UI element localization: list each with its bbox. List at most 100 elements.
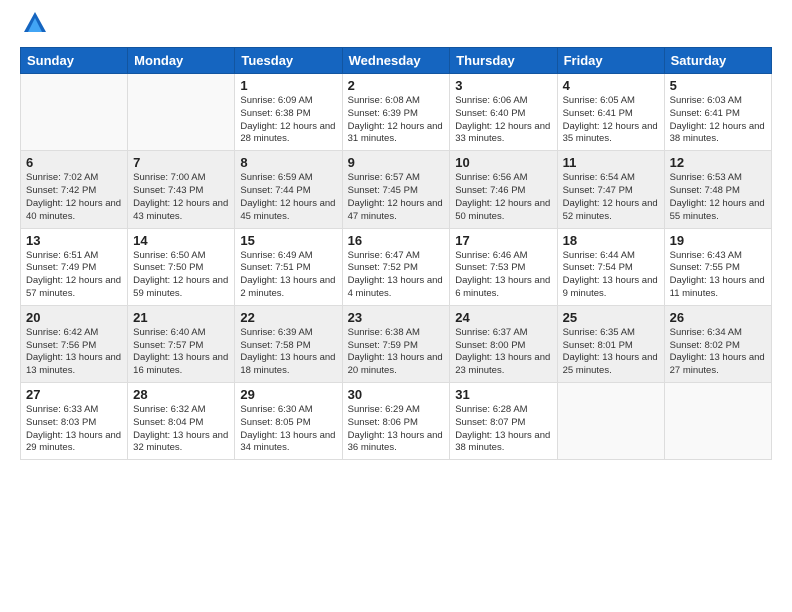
calendar-cell: 20Sunrise: 6:42 AMSunset: 7:56 PMDayligh… xyxy=(21,305,128,382)
day-number: 25 xyxy=(563,310,659,325)
calendar-cell: 28 Sunrise: 6:32 AMSunset: 8:04 PMDayligh… xyxy=(128,383,235,460)
header xyxy=(20,16,772,37)
calendar-cell: 31 Sunrise: 6:28 AMSunset: 8:07 PMDayligh… xyxy=(450,383,557,460)
col-header-thursday: Thursday xyxy=(450,48,557,74)
calendar-cell: 22 Sunrise: 6:39 AMSunset: 7:58 PMDayligh… xyxy=(235,305,342,382)
day-info: Sunrise: 6:50 AMSunset: 7:50 PMDaylight:… xyxy=(133,250,229,301)
day-number: 17 xyxy=(455,233,551,248)
calendar-cell: 30 Sunrise: 6:29 AMSunset: 8:06 PMDayligh… xyxy=(342,383,450,460)
calendar-week-row: 1 Sunrise: 6:09 AMSunset: 6:38 PMDaylight… xyxy=(21,74,772,151)
day-number: 26 xyxy=(670,310,766,325)
day-number: 24 xyxy=(455,310,551,325)
day-number: 22 xyxy=(240,310,336,325)
day-info: Sunrise: 6:59 AMSunset: 7:44 PMDaylight:… xyxy=(240,172,336,223)
calendar-cell xyxy=(557,383,664,460)
day-number: 28 xyxy=(133,387,229,402)
day-number: 2 xyxy=(348,78,445,93)
calendar-cell: 18 Sunrise: 6:44 AMSunset: 7:54 PMDayligh… xyxy=(557,228,664,305)
day-info: Sunrise: 6:03 AMSunset: 6:41 PMDaylight:… xyxy=(670,95,766,146)
day-info: Sunrise: 6:32 AMSunset: 8:04 PMDaylight:… xyxy=(133,404,229,455)
day-number: 15 xyxy=(240,233,336,248)
day-info: Sunrise: 6:49 AMSunset: 7:51 PMDaylight:… xyxy=(240,250,336,301)
col-header-wednesday: Wednesday xyxy=(342,48,450,74)
calendar-cell: 9 Sunrise: 6:57 AMSunset: 7:45 PMDaylight… xyxy=(342,151,450,228)
calendar-cell: 4Sunrise: 6:05 AMSunset: 6:41 PMDaylight… xyxy=(557,74,664,151)
calendar-cell: 1 Sunrise: 6:09 AMSunset: 6:38 PMDaylight… xyxy=(235,74,342,151)
logo-icon xyxy=(24,12,46,37)
day-info: Sunrise: 7:00 AMSunset: 7:43 PMDaylight:… xyxy=(133,172,229,223)
day-info: Sunrise: 7:02 AMSunset: 7:42 PMDaylight:… xyxy=(26,172,122,223)
calendar-cell: 7 Sunrise: 7:00 AMSunset: 7:43 PMDaylight… xyxy=(128,151,235,228)
day-info: Sunrise: 6:39 AMSunset: 7:58 PMDaylight:… xyxy=(240,327,336,378)
col-header-sunday: Sunday xyxy=(21,48,128,74)
calendar-cell: 8 Sunrise: 6:59 AMSunset: 7:44 PMDaylight… xyxy=(235,151,342,228)
day-info: Sunrise: 6:35 AMSunset: 8:01 PMDaylight:… xyxy=(563,327,659,378)
calendar-cell: 14 Sunrise: 6:50 AMSunset: 7:50 PMDayligh… xyxy=(128,228,235,305)
calendar-cell: 25 Sunrise: 6:35 AMSunset: 8:01 PMDayligh… xyxy=(557,305,664,382)
day-number: 27 xyxy=(26,387,122,402)
day-info: Sunrise: 6:54 AMSunset: 7:47 PMDaylight:… xyxy=(563,172,659,223)
col-header-tuesday: Tuesday xyxy=(235,48,342,74)
day-number: 7 xyxy=(133,155,229,170)
calendar-cell: 16 Sunrise: 6:47 AMSunset: 7:52 PMDayligh… xyxy=(342,228,450,305)
calendar-cell: 10Sunrise: 6:56 AMSunset: 7:46 PMDayligh… xyxy=(450,151,557,228)
day-info: Sunrise: 6:06 AMSunset: 6:40 PMDaylight:… xyxy=(455,95,551,146)
day-number: 16 xyxy=(348,233,445,248)
col-header-saturday: Saturday xyxy=(664,48,771,74)
day-info: Sunrise: 6:29 AMSunset: 8:06 PMDaylight:… xyxy=(348,404,445,455)
day-number: 14 xyxy=(133,233,229,248)
day-number: 9 xyxy=(348,155,445,170)
day-info: Sunrise: 6:30 AMSunset: 8:05 PMDaylight:… xyxy=(240,404,336,455)
calendar-cell: 15 Sunrise: 6:49 AMSunset: 7:51 PMDayligh… xyxy=(235,228,342,305)
day-info: Sunrise: 6:38 AMSunset: 7:59 PMDaylight:… xyxy=(348,327,445,378)
col-header-monday: Monday xyxy=(128,48,235,74)
day-number: 4 xyxy=(563,78,659,93)
day-info: Sunrise: 6:46 AMSunset: 7:53 PMDaylight:… xyxy=(455,250,551,301)
calendar-week-row: 13 Sunrise: 6:51 AMSunset: 7:49 PMDayligh… xyxy=(21,228,772,305)
calendar-week-row: 20Sunrise: 6:42 AMSunset: 7:56 PMDayligh… xyxy=(21,305,772,382)
calendar-cell: 19Sunrise: 6:43 AMSunset: 7:55 PMDayligh… xyxy=(664,228,771,305)
calendar-cell xyxy=(664,383,771,460)
day-info: Sunrise: 6:44 AMSunset: 7:54 PMDaylight:… xyxy=(563,250,659,301)
day-number: 19 xyxy=(670,233,766,248)
day-info: Sunrise: 6:57 AMSunset: 7:45 PMDaylight:… xyxy=(348,172,445,223)
day-number: 20 xyxy=(26,310,122,325)
day-info: Sunrise: 6:28 AMSunset: 8:07 PMDaylight:… xyxy=(455,404,551,455)
day-number: 8 xyxy=(240,155,336,170)
calendar-cell xyxy=(128,74,235,151)
day-number: 21 xyxy=(133,310,229,325)
day-number: 31 xyxy=(455,387,551,402)
page: SundayMondayTuesdayWednesdayThursdayFrid… xyxy=(0,0,792,612)
day-info: Sunrise: 6:09 AMSunset: 6:38 PMDaylight:… xyxy=(240,95,336,146)
day-number: 13 xyxy=(26,233,122,248)
calendar-cell: 2Sunrise: 6:08 AMSunset: 6:39 PMDaylight… xyxy=(342,74,450,151)
calendar-cell xyxy=(21,74,128,151)
day-info: Sunrise: 6:47 AMSunset: 7:52 PMDaylight:… xyxy=(348,250,445,301)
col-header-friday: Friday xyxy=(557,48,664,74)
calendar-cell: 6 Sunrise: 7:02 AMSunset: 7:42 PMDaylight… xyxy=(21,151,128,228)
day-number: 3 xyxy=(455,78,551,93)
calendar-cell: 3 Sunrise: 6:06 AMSunset: 6:40 PMDaylight… xyxy=(450,74,557,151)
day-number: 30 xyxy=(348,387,445,402)
calendar-week-row: 27 Sunrise: 6:33 AMSunset: 8:03 PMDayligh… xyxy=(21,383,772,460)
day-info: Sunrise: 6:37 AMSunset: 8:00 PMDaylight:… xyxy=(455,327,551,378)
day-info: Sunrise: 6:40 AMSunset: 7:57 PMDaylight:… xyxy=(133,327,229,378)
day-number: 18 xyxy=(563,233,659,248)
calendar-cell: 26Sunrise: 6:34 AMSunset: 8:02 PMDayligh… xyxy=(664,305,771,382)
day-number: 23 xyxy=(348,310,445,325)
calendar-cell: 5 Sunrise: 6:03 AMSunset: 6:41 PMDaylight… xyxy=(664,74,771,151)
day-number: 6 xyxy=(26,155,122,170)
calendar-table: SundayMondayTuesdayWednesdayThursdayFrid… xyxy=(20,47,772,460)
day-info: Sunrise: 6:51 AMSunset: 7:49 PMDaylight:… xyxy=(26,250,122,301)
calendar-cell: 17 Sunrise: 6:46 AMSunset: 7:53 PMDayligh… xyxy=(450,228,557,305)
calendar-cell: 21 Sunrise: 6:40 AMSunset: 7:57 PMDayligh… xyxy=(128,305,235,382)
calendar-cell: 13 Sunrise: 6:51 AMSunset: 7:49 PMDayligh… xyxy=(21,228,128,305)
calendar-cell: 27 Sunrise: 6:33 AMSunset: 8:03 PMDayligh… xyxy=(21,383,128,460)
calendar-week-row: 6 Sunrise: 7:02 AMSunset: 7:42 PMDaylight… xyxy=(21,151,772,228)
calendar-cell: 24 Sunrise: 6:37 AMSunset: 8:00 PMDayligh… xyxy=(450,305,557,382)
calendar-cell: 23 Sunrise: 6:38 AMSunset: 7:59 PMDayligh… xyxy=(342,305,450,382)
day-number: 5 xyxy=(670,78,766,93)
day-number: 12 xyxy=(670,155,766,170)
day-info: Sunrise: 6:33 AMSunset: 8:03 PMDaylight:… xyxy=(26,404,122,455)
day-number: 1 xyxy=(240,78,336,93)
